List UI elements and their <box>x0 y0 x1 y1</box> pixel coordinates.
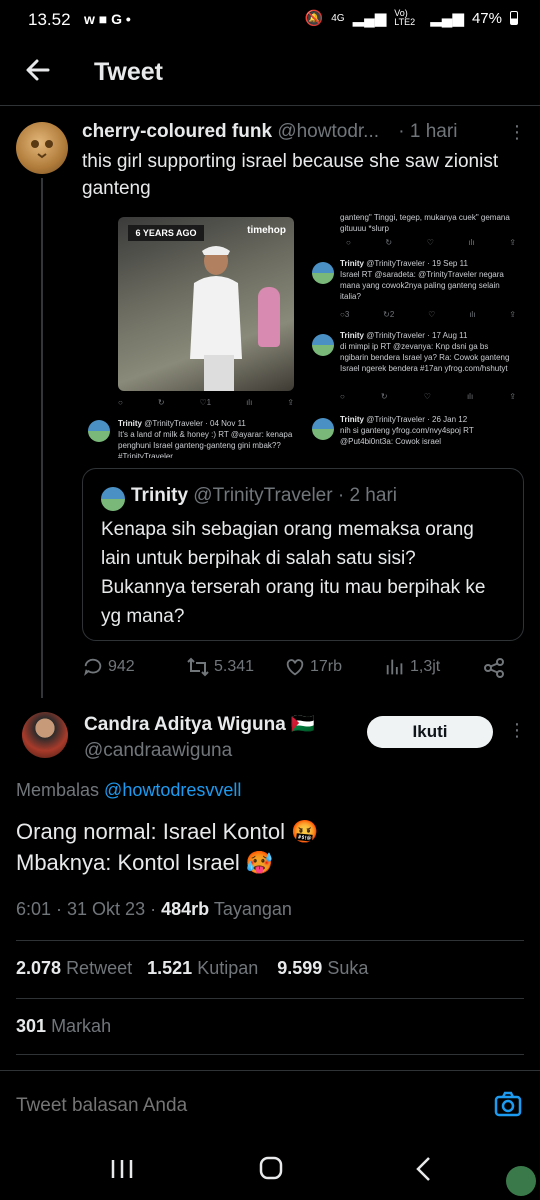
likes-stat[interactable]: 9.599 Suka <box>277 958 368 978</box>
engagement-stats: 2.078 Retweet 1.521 Kutipan 9.599 Suka <box>16 958 368 979</box>
battery-icon <box>510 11 518 25</box>
retweet-icon <box>187 657 209 677</box>
mini-tweet: Trinity @TrinityTraveler · 04 Nov 11 It'… <box>118 419 293 458</box>
reply-input[interactable] <box>16 1095 436 1117</box>
thread-line <box>41 178 43 698</box>
tweet-header: cherry-coloured funk @howtodr... · 1 har… <box>82 121 457 143</box>
avatar[interactable] <box>16 122 68 174</box>
reply-prefix: Membalas <box>16 780 100 800</box>
quoted-text: Kenapa sih sebagian orang memaksa orang … <box>101 519 486 627</box>
like-count: 17rb <box>310 658 343 675</box>
share-button[interactable] <box>482 656 506 680</box>
mini-tweet: Trinity @TrinityTraveler · 19 Sep 11 Isr… <box>340 259 504 301</box>
author-name-text: Candra Aditya Wiguna <box>84 714 286 735</box>
android-nav-bar <box>0 1140 540 1200</box>
mini-actions: ○3 ↻2 ♡ ılı ⇪ <box>340 310 516 319</box>
mini-avatar <box>312 334 334 356</box>
tweet-media-image[interactable]: 6 YEARS AGO timehop ganteng" Tinggi, teg… <box>110 212 520 458</box>
views-count: 484rb <box>161 899 210 919</box>
views-icon <box>386 659 403 675</box>
tweet-text: this girl supporting israel because she … <box>82 151 499 199</box>
avatar[interactable] <box>22 712 68 758</box>
mini-avatar <box>88 420 110 442</box>
views-label: Tayangan <box>213 899 292 919</box>
quoted-avatar <box>101 487 125 511</box>
more-options-icon[interactable]: ⋮ <box>508 720 526 741</box>
mini-avatar <box>312 262 334 284</box>
reply-count: 942 <box>108 658 135 675</box>
quoted-header: Trinity @TrinityTraveler · 2 hari <box>131 485 397 507</box>
tweet-text: Orang normal: Israel Kontol 🤬 Mbaknya: K… <box>16 816 516 878</box>
camera-icon[interactable] <box>494 1091 522 1122</box>
tweet-line: Orang normal: Israel Kontol 🤬 <box>16 819 319 844</box>
tweet-meta: 6:01 · 31 Okt 23 · 484rb Tayangan <box>16 899 292 920</box>
cat-avatar-icon <box>31 140 53 159</box>
quoted-time: · 2 hari <box>337 485 397 506</box>
quoted-tweet[interactable]: Trinity @TrinityTraveler · 2 hari Kenapa… <box>82 468 524 641</box>
page-title: Tweet <box>94 58 163 86</box>
floating-sticker-icon[interactable] <box>506 1166 536 1196</box>
divider <box>16 1054 524 1055</box>
like-button[interactable]: 17rb <box>284 656 342 678</box>
photo: 6 YEARS AGO timehop <box>118 217 294 391</box>
back-nav-icon[interactable] <box>414 1156 434 1187</box>
reply-button[interactable]: 942 <box>82 656 135 678</box>
home-icon[interactable] <box>259 1156 283 1185</box>
divider <box>16 940 524 941</box>
network-label: 4G <box>331 12 345 24</box>
views-button[interactable]: 1,3jt <box>384 656 440 678</box>
status-bar: 13.52 w ■ G • 🔕 4G ▂▄▆ Vo) LTE2 ▂▄▆ 47% <box>0 0 540 40</box>
more-options-icon[interactable]: ⋮ <box>508 122 526 143</box>
photo-brand: timehop <box>247 225 286 236</box>
author-name[interactable]: cherry-coloured funk <box>82 121 272 142</box>
quotes-stat[interactable]: 1.521 Kutipan <box>147 958 258 978</box>
author-name[interactable]: Candra Aditya Wiguna 🇵🇸 <box>84 712 315 736</box>
notification-icons: w ■ G • <box>84 11 131 27</box>
bookmarks-stat[interactable]: 301 Markah <box>16 1016 111 1037</box>
mute-icon: 🔕 <box>304 10 324 27</box>
follow-button[interactable]: Ikuti <box>367 716 493 748</box>
heart-icon <box>286 659 304 676</box>
author-handle[interactable]: @howtodr... <box>277 121 379 142</box>
reply-bar <box>0 1070 540 1140</box>
mini-actions: ○ ↻ ♡ ılı ⇪ <box>340 392 516 401</box>
photo-actions: ○ ↻ ♡1 ılı ⇪ <box>118 398 294 407</box>
mini-avatar <box>312 418 334 440</box>
share-icon <box>484 658 504 678</box>
replying-to: Membalas @howtodresvvell <box>16 780 241 801</box>
mini-tweet: Trinity @TrinityTraveler · 17 Aug 11 di … <box>340 331 510 373</box>
divider <box>16 998 524 999</box>
mini-tweet: Trinity @TrinityTraveler · 26 Jan 12 nih… <box>340 415 474 446</box>
retweet-count: 5.341 <box>214 658 255 675</box>
tweet-timestamp: 6:01 · 31 Okt 23 · <box>16 899 157 919</box>
volte-label: Vo) LTE2 <box>394 8 416 27</box>
tweet-line: Mbaknya: Kontol Israel 🥵 <box>16 850 274 875</box>
reply-icon <box>84 658 102 676</box>
signal2-icon: ▂▄▆ <box>430 10 464 27</box>
author-handle[interactable]: @candraawiguna <box>84 740 232 762</box>
status-time: 13.52 <box>28 10 71 29</box>
reply-mention-link[interactable]: @howtodresvvell <box>104 780 241 800</box>
top-bar: Tweet <box>0 44 540 106</box>
person-figure <box>190 246 242 391</box>
media-top-text: ganteng" Tinggi, tegep, mukanya cuek" ge… <box>340 213 510 233</box>
status-right: 🔕 4G ▂▄▆ Vo) LTE2 ▂▄▆ 47% <box>305 9 518 27</box>
quoted-name: Trinity <box>131 485 189 506</box>
flag-icon: 🇵🇸 <box>291 714 315 735</box>
mini-actions: ○ ↻ ♡ ılı ⇪ <box>346 238 516 247</box>
tweet-time: · 1 hari <box>398 121 458 142</box>
battery-label: 47% <box>471 9 502 27</box>
tweet-actions: 942 5.341 17rb 1,3jt <box>82 656 522 682</box>
child-figure <box>258 287 280 347</box>
back-arrow-icon[interactable] <box>22 54 54 86</box>
quoted-handle: @TrinityTraveler <box>193 485 333 506</box>
retweets-stat[interactable]: 2.078 Retweet <box>16 958 132 978</box>
views-count: 1,3jt <box>410 658 441 675</box>
retweet-button[interactable]: 5.341 <box>186 656 254 678</box>
recent-apps-icon[interactable] <box>110 1158 134 1185</box>
signal-icon: ▂▄▆ <box>352 10 387 27</box>
